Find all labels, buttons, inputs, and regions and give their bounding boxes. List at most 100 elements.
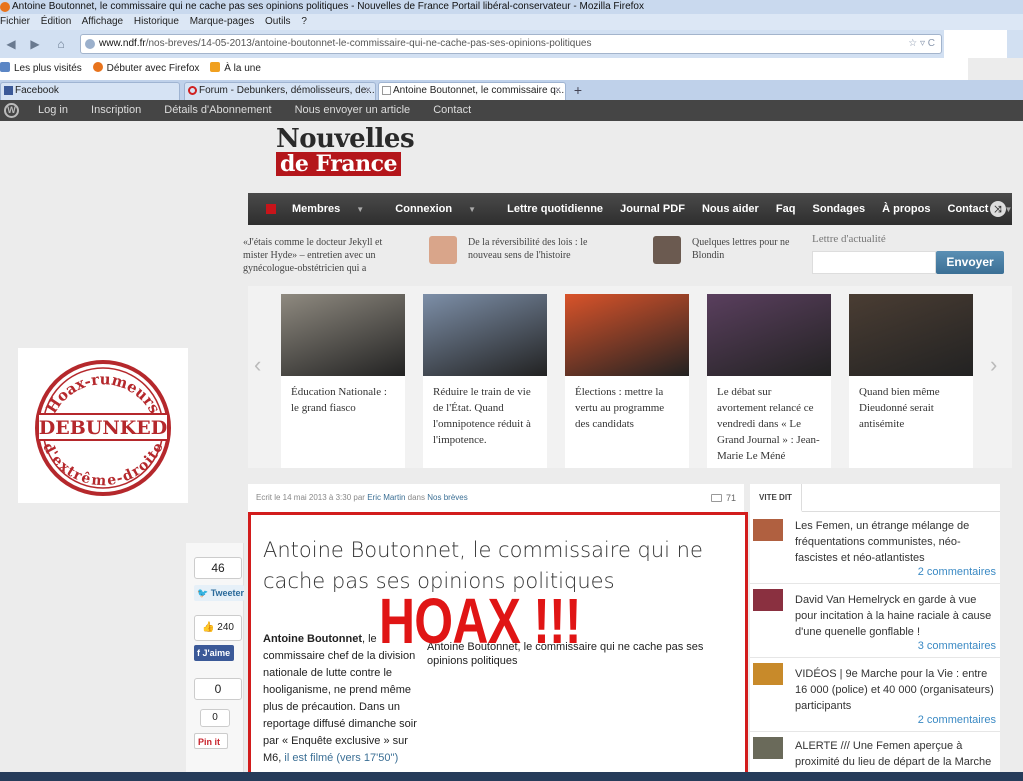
share-count: 46: [194, 557, 242, 579]
carousel-card[interactable]: Le débat sur avortement relancé ce vendr…: [707, 294, 831, 468]
logo-bottom-text: de France: [276, 152, 402, 176]
ticker-item[interactable]: Quelques lettres pour ne Blondin: [692, 236, 802, 262]
back-icon[interactable]: ◀: [4, 37, 18, 51]
bookmarks-bar: Les plus visités Débuter avec Firefox À …: [0, 58, 968, 80]
stamp-middle-text: DEBUNKED: [39, 417, 167, 439]
card-caption: Quand bien même Dieudonné serait antisém…: [859, 386, 940, 430]
sidebar-item[interactable]: Les Femen, un étrange mélange de fréquen…: [750, 514, 1000, 584]
menu-outils[interactable]: Outils: [265, 16, 291, 27]
chevron-down-icon: ▼: [356, 205, 365, 214]
reload-icon[interactable]: ☆ ▿ C: [908, 35, 935, 53]
comment-count[interactable]: 71: [710, 484, 736, 512]
carousel-prev-icon[interactable]: ‹: [254, 352, 261, 378]
facebook-like-button[interactable]: f J'aime: [194, 645, 234, 661]
carousel-card[interactable]: Quand bien même Dieudonné serait antisém…: [849, 294, 973, 468]
card-thumbnail: [423, 294, 547, 376]
nav-faq[interactable]: Faq: [776, 203, 796, 215]
admin-signup-link[interactable]: Inscription: [91, 104, 141, 116]
admin-subscription-link[interactable]: Détails d'Abonnement: [164, 104, 271, 116]
tab-forum[interactable]: Forum - Debunkers, démolisseurs, de... ×: [184, 82, 376, 100]
bookmark-icon: [0, 62, 10, 72]
card-caption: Le débat sur avortement relancé ce vendr…: [717, 386, 820, 462]
url-bar[interactable]: www.ndf.fr/nos-breves/14-05-2013/antoine…: [80, 34, 942, 54]
admin-login-link[interactable]: Log in: [38, 104, 68, 116]
hoax-overlay: HOAX !!!: [379, 585, 582, 657]
tweet-button[interactable]: 🐦 Tweeter: [194, 585, 244, 601]
menu-historique[interactable]: Historique: [134, 16, 179, 27]
home-icon[interactable]: ⌂: [54, 37, 68, 51]
tab-facebook[interactable]: Facebook: [0, 82, 180, 100]
nav-connexion[interactable]: Connexion ▼: [395, 203, 490, 215]
ticker-item[interactable]: De la réversibilité des lois : le nouvea…: [468, 236, 608, 262]
sidebar-item[interactable]: VIDÉOS | 9e Marche pour la Vie : entre 1…: [750, 658, 1000, 732]
ticker-item[interactable]: «J'étais comme le docteur Jekyll et mist…: [243, 236, 403, 275]
bookmark-headlines[interactable]: À la une: [210, 58, 261, 80]
bookmark-most-visited[interactable]: Les plus visités: [0, 58, 82, 80]
close-tab-icon[interactable]: ×: [365, 83, 371, 99]
wordpress-icon[interactable]: W: [4, 103, 19, 118]
ticker-thumbnail[interactable]: [429, 236, 457, 264]
category-link[interactable]: Nos brèves: [427, 493, 467, 502]
url-path: /nos-breves/14-05-2013/antoine-boutonnet…: [145, 38, 592, 49]
nav-journal-pdf[interactable]: Journal PDF: [620, 203, 685, 215]
site-logo[interactable]: Nouvelles de France: [276, 126, 436, 178]
sidebar-vite-dit: VITE DIT Les Femen, un étrange mélange d…: [750, 484, 1000, 781]
bookmark-getting-started[interactable]: Débuter avec Firefox: [92, 58, 199, 80]
logo-top-text: Nouvelles: [276, 124, 415, 154]
menu-affichage[interactable]: Affichage: [82, 16, 124, 27]
carousel-card[interactable]: Éducation Nationale : le grand fiasco: [281, 294, 405, 468]
search-box[interactable]: [944, 30, 1007, 58]
tab-active-article[interactable]: Antoine Boutonnet, le commissaire q... ×: [378, 82, 566, 100]
admin-contact-link[interactable]: Contact: [433, 104, 471, 116]
site-identity-icon[interactable]: [85, 39, 95, 49]
tab-vite-dit[interactable]: VITE DIT: [750, 484, 802, 512]
forum-icon: [188, 86, 197, 95]
navigation-toolbar: ◀ ▶ ⌂ www.ndf.fr/nos-breves/14-05-2013/a…: [0, 30, 1023, 58]
nav-contact[interactable]: Contact ▼: [948, 203, 1023, 215]
sidebar-comments-link[interactable]: 3 commentaires: [918, 640, 996, 652]
window-title: Antoine Boutonnet, le commissaire qui ne…: [12, 1, 644, 12]
card-thumbnail: [565, 294, 689, 376]
home-icon[interactable]: [266, 204, 276, 214]
card-thumbnail: [281, 294, 405, 376]
menu-fichier[interactable]: Fichier: [0, 16, 30, 27]
menu-edition[interactable]: Édition: [41, 16, 72, 27]
stamp-graphic: Hoax-rumeurs DEBUNKED d'extrême-droite: [35, 360, 171, 496]
nav-lettre-quotidienne[interactable]: Lettre quotidienne: [507, 203, 603, 215]
close-tab-icon[interactable]: ×: [555, 83, 561, 99]
carousel-next-icon[interactable]: ›: [990, 352, 997, 378]
article-lead-name: Antoine Boutonnet: [263, 633, 362, 645]
nav-a-propos[interactable]: À propos: [882, 203, 930, 215]
sidebar-item[interactable]: David Van Hemelryck en garde à vue pour …: [750, 584, 1000, 658]
newsletter-submit-button[interactable]: Envoyer: [936, 251, 1004, 274]
comment-icon: [710, 494, 722, 502]
admin-submit-article-link[interactable]: Nous envoyer un article: [295, 104, 411, 116]
sidebar-thumbnail: [753, 737, 783, 759]
stamp-bottom-text: d'extrême-droite: [39, 440, 167, 489]
sidebar-comments-link[interactable]: 2 commentaires: [918, 714, 996, 726]
video-link[interactable]: il est filmé (vers 17'50''): [284, 752, 398, 764]
new-tab-button[interactable]: +: [568, 82, 588, 100]
menu-marque-pages[interactable]: Marque-pages: [190, 16, 254, 27]
newsletter-label: Lettre d'actualité: [812, 233, 886, 245]
sidebar-item-title: Les Femen, un étrange mélange de fréquen…: [795, 520, 970, 564]
pinterest-button[interactable]: Pin it: [194, 733, 228, 749]
carousel-card[interactable]: Élections : mettre la vertu au programme…: [565, 294, 689, 468]
nav-sondages[interactable]: Sondages: [813, 203, 866, 215]
newsletter-form: Lettre d'actualité Envoyer: [806, 228, 1012, 286]
sidebar-comments-link[interactable]: 2 commentaires: [918, 566, 996, 578]
shuffle-icon[interactable]: ⤨: [990, 201, 1006, 217]
sidebar-thumbnail: [753, 589, 783, 611]
menu-help[interactable]: ?: [301, 16, 307, 27]
newsletter-email-input[interactable]: [812, 251, 936, 274]
admin-bar: W Log in Inscription Détails d'Abonnemen…: [0, 100, 1023, 121]
firefox-logo-icon: [0, 2, 10, 12]
nav-membres[interactable]: Membres ▼: [292, 203, 378, 215]
carousel-card[interactable]: Réduire le train de vie de l'État. Quand…: [423, 294, 547, 468]
forward-icon[interactable]: ▶: [28, 37, 42, 51]
card-caption: Réduire le train de vie de l'État. Quand…: [433, 386, 531, 446]
nav-nous-aider[interactable]: Nous aider: [702, 203, 759, 215]
ticker-thumbnail[interactable]: [653, 236, 681, 264]
os-taskbar: [0, 772, 1023, 781]
author-link[interactable]: Eric Martin: [367, 493, 405, 502]
